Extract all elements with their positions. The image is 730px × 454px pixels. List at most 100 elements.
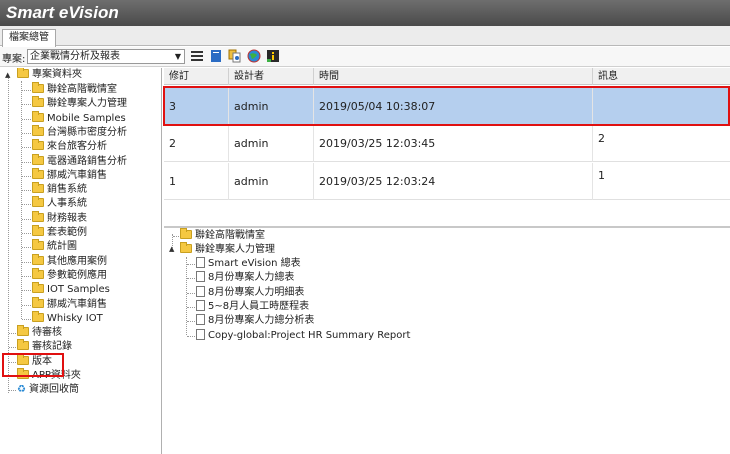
tree-item-project[interactable]: Whisky IOT <box>32 310 103 326</box>
tree-item-label: 聯銓高階戰情室 <box>195 230 265 241</box>
table-row[interactable]: 1 admin 2019/03/25 12:03:24 1 <box>164 163 730 200</box>
tree-item-project[interactable]: 財務報表 <box>32 210 87 226</box>
detail-folder[interactable]: 聯銓高階戰情室 <box>180 228 265 243</box>
folder-icon <box>32 96 44 108</box>
cell-time: 2019/03/25 12:03:24 <box>314 163 593 200</box>
folder-icon <box>180 228 192 239</box>
cell-revision: 1 <box>164 163 229 200</box>
tree-item-project[interactable]: IOT Samples <box>32 282 110 297</box>
col-revision[interactable]: 修訂 <box>164 68 229 85</box>
tree-item-project[interactable]: 電器通路銷售分析 <box>32 153 127 169</box>
tab-file-explorer[interactable]: 檔案總管 <box>2 29 56 47</box>
col-designer[interactable]: 設計者 <box>229 68 314 85</box>
detail-report-item[interactable]: Copy-global:Project HR Summary Report <box>196 328 410 343</box>
folder-icon <box>32 167 44 179</box>
recycle-icon: ♻ <box>17 384 26 396</box>
tree-item-label: 挪威汽車銷售 <box>47 169 107 181</box>
tree-connector <box>22 318 31 320</box>
folder-icon <box>32 253 44 265</box>
tree-item-project[interactable]: 挪威汽車銷售 <box>32 167 107 183</box>
project-select-value: 企業戰情分析及報表 <box>30 51 120 62</box>
tree-item-project[interactable]: 聯銓高階戰情室 <box>32 82 117 97</box>
document-icon <box>196 299 205 311</box>
project-label: 專案: <box>2 54 26 65</box>
grid-header: 修訂 設計者 時間 訊息 <box>164 68 730 85</box>
detail-report-item[interactable]: 8月份專案人力明細表 <box>196 285 304 300</box>
globe-icon[interactable] <box>247 49 261 63</box>
cell-message: 2 <box>598 132 605 145</box>
tree-item-label: 專案資料夾 <box>32 69 82 80</box>
tree-item-label: 套表範例 <box>47 227 87 238</box>
tree-item-project[interactable]: 來台旅客分析 <box>32 139 107 154</box>
folder-icon <box>32 110 44 122</box>
detail-report-item[interactable]: 8月份專案人力總分析表 <box>196 314 314 328</box>
tree-connector <box>22 275 31 277</box>
tree-connector <box>21 81 22 320</box>
cell-designer: admin <box>229 126 314 162</box>
tree-item-label: 人事系統 <box>47 198 87 210</box>
toolbar: 專案: 企業戰情分析及報表 ▼ <box>0 47 730 67</box>
chevron-down-icon: ▼ <box>174 52 181 61</box>
folder-icon <box>32 182 44 194</box>
tree-connector <box>22 175 31 177</box>
detail-folder[interactable]: 聯銓專案人力管理 <box>180 242 275 257</box>
cell-message: 1 <box>598 169 605 182</box>
detail-report-item[interactable]: 5~8月人員工時歷程表 <box>196 299 309 314</box>
tree-item-label: 台灣縣市密度分析 <box>47 126 127 138</box>
document-icon <box>196 314 205 326</box>
tree-connector <box>173 236 179 237</box>
tree-item-project[interactable]: Mobile Samples <box>32 110 126 126</box>
tree-item-project[interactable]: 台灣縣市密度分析 <box>32 124 127 140</box>
folder-icon <box>32 139 44 151</box>
folder-icon <box>32 210 44 222</box>
tree-connector <box>9 347 16 349</box>
document-icon <box>196 257 205 268</box>
tree-connector <box>22 90 31 91</box>
tree-item-label: 審核記錄 <box>32 341 72 353</box>
tree-connector <box>187 278 195 280</box>
tree-item-project[interactable]: 挪威汽車銷售 <box>32 296 107 312</box>
document-icon <box>196 328 205 340</box>
detail-report-item[interactable]: 8月份專案人力總表 <box>196 271 294 285</box>
detail-report-item[interactable]: Smart eVision 總表 <box>196 257 301 271</box>
tree-item-label: 聯銓高階戰情室 <box>47 84 117 95</box>
folder-icon <box>32 296 44 308</box>
folder-icon <box>17 325 29 337</box>
cell-time: 2019/03/25 12:03:45 <box>314 126 593 162</box>
list-icon[interactable] <box>190 49 204 63</box>
docs-settings-icon[interactable] <box>228 49 242 63</box>
tree-connector <box>22 261 31 263</box>
tree-connector <box>22 104 31 106</box>
folder-icon <box>32 282 44 294</box>
tree-item-project[interactable]: 參數範例應用 <box>32 267 107 283</box>
folder-icon <box>32 239 44 251</box>
tree-item-project[interactable]: 銷售系統 <box>32 182 87 197</box>
tree-expander-icon[interactable]: ▲ <box>169 245 174 253</box>
folder-icon <box>32 196 44 208</box>
tree-item-pending[interactable]: 待審核 <box>17 325 62 340</box>
tree-item-project[interactable]: 統計圖 <box>32 239 77 254</box>
tree-connector <box>186 257 187 335</box>
tree-item-project[interactable]: 聯銓專案人力管理 <box>32 96 127 111</box>
folder-icon <box>32 153 44 165</box>
col-message[interactable]: 訊息 <box>593 68 730 85</box>
tree-item-project[interactable]: 人事系統 <box>32 196 87 211</box>
table-row[interactable]: 2 admin 2019/03/25 12:03:45 2 <box>164 126 730 162</box>
selected-row-highlight <box>163 86 730 126</box>
tree-item-recycle-bin[interactable]: ♻ 資源回收筒 <box>17 383 79 397</box>
col-time[interactable]: 時間 <box>314 68 593 85</box>
tree-item-label: IOT Samples <box>47 284 110 296</box>
project-select[interactable]: 企業戰情分析及報表 ▼ <box>27 49 185 64</box>
tree-item-project[interactable]: 其他應用案例 <box>32 253 107 269</box>
tree-item-label: 其他應用案例 <box>47 255 107 267</box>
tree-item-label: 統計圖 <box>47 241 77 253</box>
tree-connector <box>187 292 195 294</box>
tree-item-project[interactable]: 套表範例 <box>32 225 87 240</box>
tree-connector <box>187 264 195 265</box>
tree-item-label: 來台旅客分析 <box>47 141 107 153</box>
info-icon[interactable] <box>266 49 280 63</box>
book-icon[interactable] <box>209 49 223 63</box>
folder-icon <box>32 82 44 93</box>
tree-item-project-folder[interactable]: 專案資料夾 <box>17 68 82 82</box>
tree-item-label: 電器通路銷售分析 <box>47 155 127 167</box>
